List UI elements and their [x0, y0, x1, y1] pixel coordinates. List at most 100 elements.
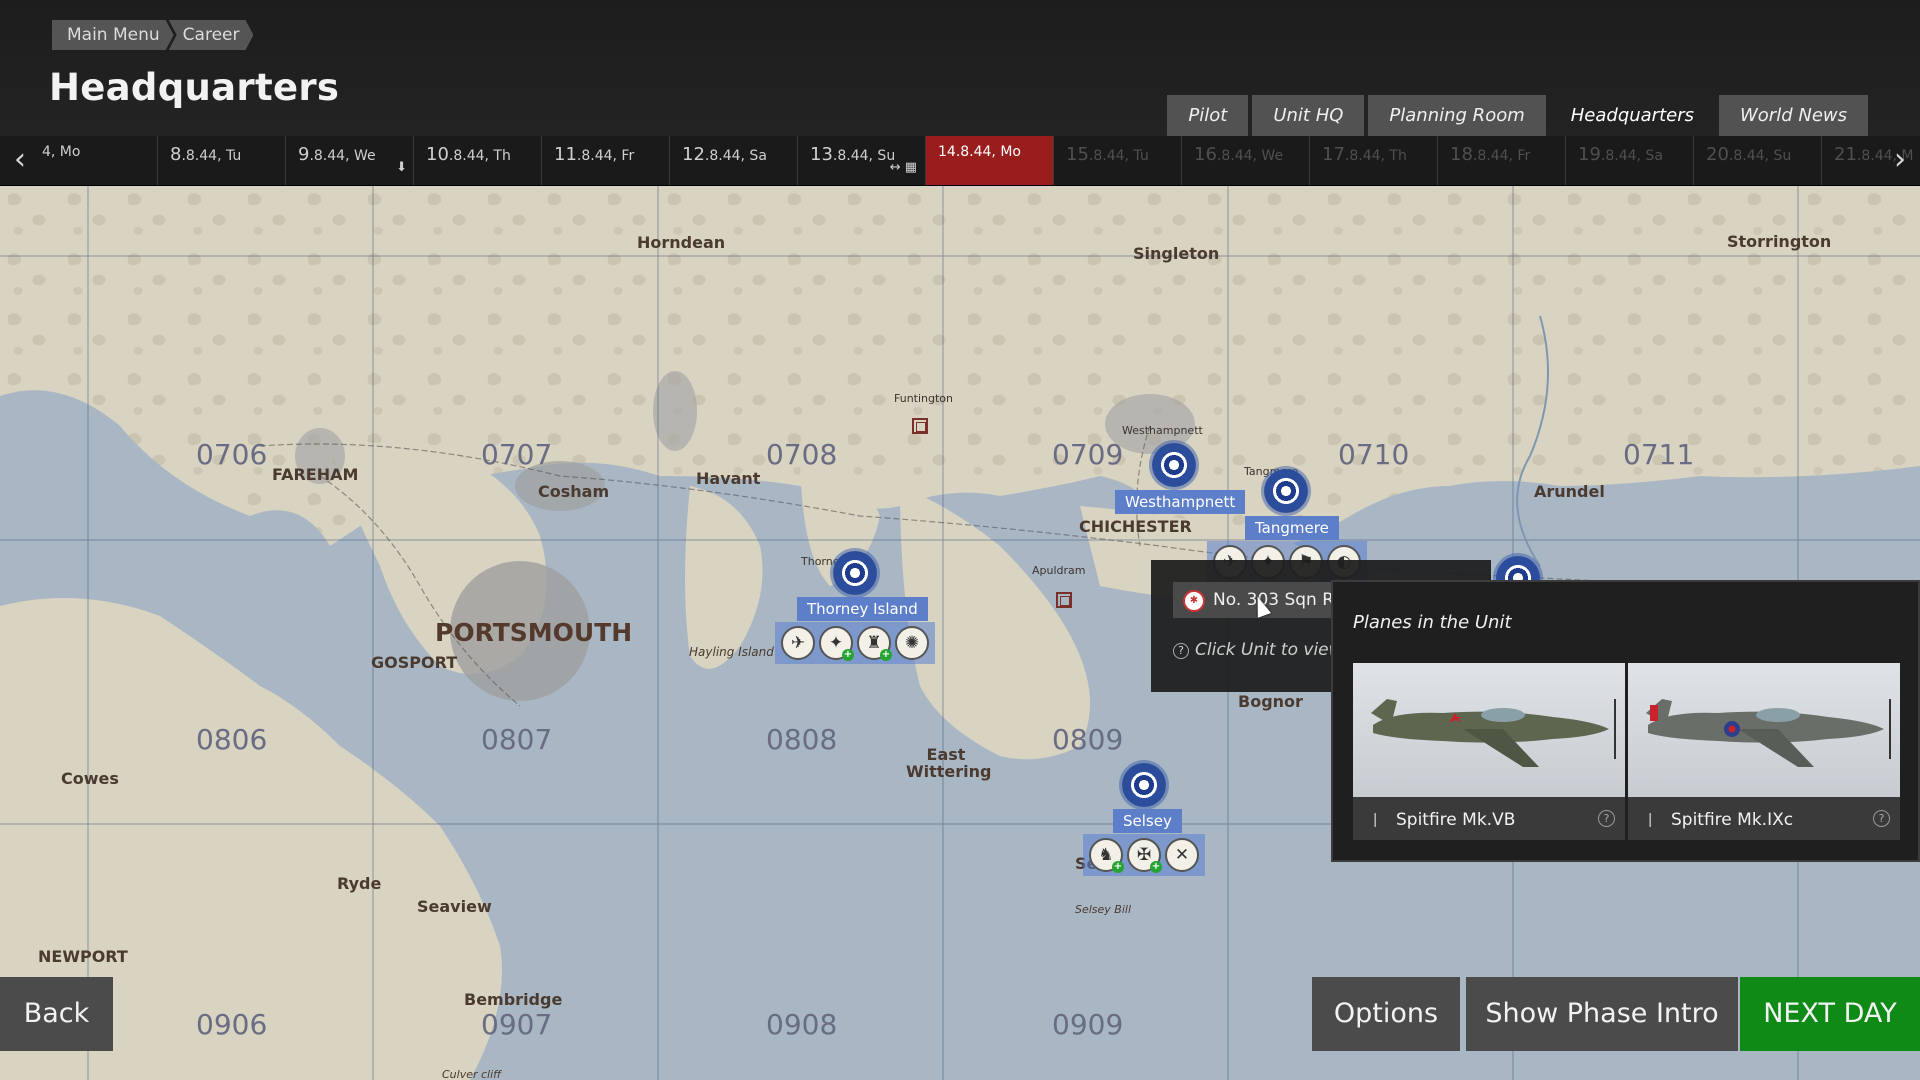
help-icon[interactable]: ?	[1873, 810, 1890, 827]
grid-code: 0706	[196, 438, 268, 471]
tab-pilot[interactable]: Pilot	[1167, 95, 1249, 136]
spitfire-ixc-image	[1628, 663, 1900, 797]
breadcrumb-main-menu[interactable]: Main Menu	[52, 20, 174, 50]
grid-code: 0906	[196, 1008, 268, 1041]
day-number: 10	[426, 144, 449, 165]
tab-planning-room[interactable]: Planning Room	[1368, 95, 1546, 136]
timeline-next-arrow-icon[interactable]: ›	[1880, 136, 1920, 185]
grid-code: 0809	[1052, 723, 1124, 756]
place-label: Westhampnett	[1122, 424, 1203, 437]
breadcrumb-career[interactable]: Career	[169, 20, 254, 50]
timeline-day[interactable]: 13.8.44, Su ↔ ▦	[798, 136, 926, 185]
day-date-label: .8.44, Su	[1728, 148, 1792, 164]
timeline-day[interactable]: 16.8.44, We	[1182, 136, 1310, 185]
airfield-roundel-icon[interactable]	[1122, 763, 1166, 807]
squadron-badge-icon[interactable]: ✕	[1165, 838, 1199, 872]
grid-code: 0909	[1052, 1008, 1124, 1041]
unit-badges-thorney-island: ✈ ✦ + ♜ + ✺	[775, 622, 935, 664]
day-date-label: .8.44, Th	[1344, 148, 1407, 164]
timeline-day[interactable]: 20.8.44, Su	[1694, 136, 1822, 185]
grid-code: 0807	[481, 723, 553, 756]
show-phase-intro-button[interactable]: Show Phase Intro	[1466, 977, 1738, 1051]
day-date-label: .8.44, Su	[832, 148, 896, 164]
day-number: 9	[298, 144, 310, 165]
place-label: Horndean	[637, 233, 726, 252]
squadron-badge-icon[interactable]: ✺	[895, 626, 929, 660]
airfield-roundel-icon[interactable]	[1152, 443, 1196, 487]
date-timeline: 4, Mo 8.8.44, Tu 9.8.44, We ⬇ 10.8.44, Th 11.…	[0, 136, 1920, 186]
plane-name: Spitfire Mk.IXc	[1671, 810, 1794, 830]
timeline-day[interactable]: 12.8.44, Sa	[670, 136, 798, 185]
place-label: Seaview	[417, 897, 492, 916]
timeline-day[interactable]: 15.8.44, Tu	[1054, 136, 1182, 185]
target-marker-icon[interactable]	[1056, 592, 1072, 608]
timeline-prev-arrow-icon[interactable]: ‹	[0, 136, 40, 185]
grid-code: 0806	[196, 723, 268, 756]
tab-headquarters[interactable]: Headquarters	[1550, 95, 1715, 136]
day-number: 20	[1706, 144, 1729, 165]
timeline-day[interactable]: 10.8.44, Th	[414, 136, 542, 185]
airfield-label-westhampnett[interactable]: Westhampnett	[1115, 490, 1246, 514]
timeline-day[interactable]: 11.8.44, Fr	[542, 136, 670, 185]
airfield-roundel-icon[interactable]	[1264, 469, 1308, 513]
grid-code: 0808	[766, 723, 838, 756]
day-date-label: .8.44, Tu	[181, 148, 242, 164]
page-title: Headquarters	[49, 66, 340, 109]
pin-icon: ǀ	[1373, 810, 1378, 828]
options-button[interactable]: Options	[1312, 977, 1460, 1051]
timeline-day[interactable]: 18.8.44, Fr	[1438, 136, 1566, 185]
tab-world-news[interactable]: World News	[1719, 95, 1868, 136]
squadron-badge-icon[interactable]: ✦ +	[819, 626, 854, 661]
day-date-label: 14.8.44, Mo	[938, 144, 1021, 160]
grid-code: 0711	[1623, 438, 1695, 471]
squadron-badge-icon[interactable]: ✈	[781, 626, 815, 660]
plane-card-spitfire-ixc[interactable]: ǀ Spitfire Mk.IXc ?	[1628, 663, 1900, 840]
grid-code: 0907	[481, 1008, 553, 1041]
unit-help-text: ? Click Unit to view	[1173, 640, 1343, 660]
place-label: Storrington	[1727, 232, 1832, 251]
day-number: 15	[1066, 144, 1089, 165]
spitfire-vb-image	[1353, 663, 1625, 797]
place-label: Arundel	[1534, 482, 1605, 501]
place-label: Hayling Island	[689, 645, 774, 659]
day-date-label: .8.44, Sa	[1600, 148, 1663, 164]
breadcrumb: Main Menu Career	[52, 20, 256, 50]
airfield-label-selsey[interactable]: Selsey	[1113, 809, 1182, 833]
airfield-label-thorney-island[interactable]: Thorney Island	[797, 597, 928, 621]
squadron-badge-icon[interactable]: ♞ +	[1089, 838, 1124, 873]
day-number: 19	[1578, 144, 1601, 165]
day-date-label: .8.44, We	[1216, 148, 1284, 164]
unit-badges-selsey: ♞ + ✠ + ✕	[1083, 834, 1205, 876]
squadron-badge-icon[interactable]: ✠ +	[1127, 838, 1162, 873]
place-label: PORTSMOUTH	[435, 618, 633, 647]
unit-emblem-icon: ✱	[1183, 590, 1205, 612]
place-label: NEWPORT	[38, 947, 128, 966]
timeline-day[interactable]: 8.8.44, Tu	[158, 136, 286, 185]
header-bar: Main Menu Career Headquarters Pilot Unit…	[0, 0, 1920, 136]
day-number: 21	[1834, 144, 1857, 165]
next-day-button[interactable]: NEXT DAY	[1740, 977, 1920, 1051]
timeline-day[interactable]: 19.8.44, Sa	[1566, 136, 1694, 185]
timeline-day[interactable]: 4, Mo	[30, 136, 158, 185]
day-number: 8	[170, 144, 182, 165]
timeline-day[interactable]: 9.8.44, We ⬇	[286, 136, 414, 185]
help-icon[interactable]: ?	[1598, 810, 1615, 827]
airfield-roundel-icon[interactable]	[833, 551, 877, 595]
target-marker-icon[interactable]	[912, 418, 928, 434]
timeline-day[interactable]: 17.8.44, Th	[1310, 136, 1438, 185]
day-number: 17	[1322, 144, 1345, 165]
place-label: Bembridge	[464, 990, 563, 1009]
squadron-badge-icon[interactable]: ♜ +	[857, 626, 892, 661]
tab-unit-hq[interactable]: Unit HQ	[1252, 95, 1365, 136]
plane-name: Spitfire Mk.VB	[1396, 810, 1516, 830]
place-label: Apuldram	[1032, 564, 1086, 577]
planes-in-unit-panel: Planes in the Unit ǀ Spitfire Mk.VB ? ǀ …	[1331, 580, 1920, 862]
place-label: Cosham	[538, 482, 610, 501]
timeline-day-current[interactable]: 14.8.44, Mo	[926, 136, 1054, 185]
plane-card-spitfire-vb[interactable]: ǀ Spitfire Mk.VB ?	[1353, 663, 1625, 840]
day-date-label: .8.44, Fr	[1472, 148, 1531, 164]
back-button[interactable]: Back	[0, 977, 113, 1051]
airfield-label-tangmere[interactable]: Tangmere	[1245, 516, 1339, 540]
day-date-label: .8.44, Fr	[576, 148, 635, 164]
tab-bar: Pilot Unit HQ Planning Room Headquarters…	[1163, 95, 1868, 136]
